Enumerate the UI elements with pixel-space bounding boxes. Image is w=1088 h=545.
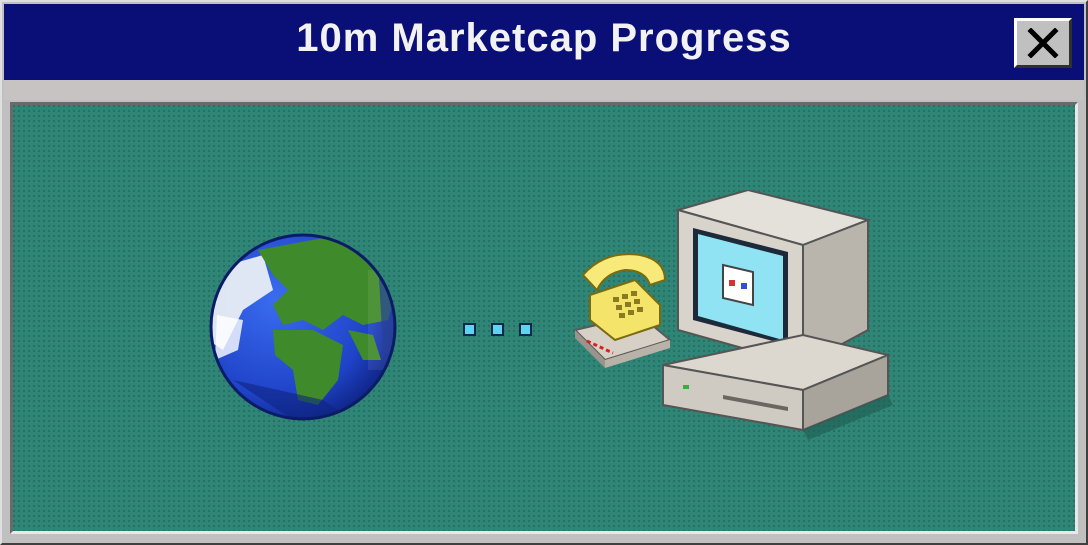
computer-icon	[662, 190, 893, 440]
close-x-icon	[1026, 28, 1060, 58]
close-button[interactable]	[1014, 18, 1072, 68]
transfer-dots-icon	[463, 323, 543, 339]
title-bar: 10m Marketcap Progress	[4, 4, 1084, 80]
transfer-dot-1	[463, 323, 476, 336]
progress-animation-panel	[10, 102, 1078, 534]
window-title: 10m Marketcap Progress	[296, 16, 792, 60]
globe-icon	[209, 233, 397, 421]
dialog-window: 10m Marketcap Progress	[0, 0, 1088, 545]
transfer-dot-2	[491, 323, 504, 336]
title-separator	[4, 80, 1084, 100]
transfer-dot-3	[519, 323, 532, 336]
